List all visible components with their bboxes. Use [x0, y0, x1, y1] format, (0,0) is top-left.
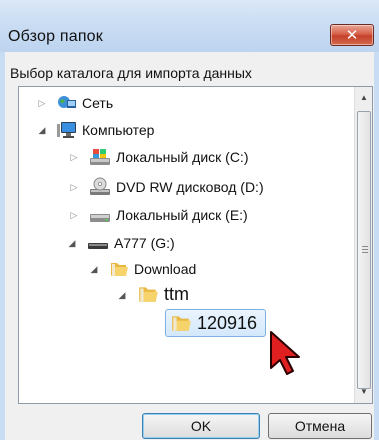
tree-item-network[interactable]: ▷ Сеть	[39, 92, 114, 114]
collapse-arrow-icon[interactable]: ◢	[37, 125, 47, 135]
network-icon	[58, 96, 76, 108]
tree-item-download[interactable]: ◢ Download	[91, 258, 197, 280]
tree-item-label: ttm	[164, 283, 189, 304]
drive-icon	[90, 214, 110, 222]
tree-item-label: Локальный диск (E:)	[116, 207, 248, 223]
tree-item-computer[interactable]: ◢ Компьютер	[39, 119, 155, 141]
tree-item-label: Локальный диск (C:)	[116, 149, 249, 165]
tree-item-drive-e[interactable]: ▷ Локальный диск (E:)	[71, 204, 248, 226]
scrollbar-thumb[interactable]	[357, 111, 371, 389]
tree-item-label: Сеть	[82, 95, 114, 111]
collapse-arrow-icon[interactable]: ◢	[117, 290, 127, 300]
tree-item-label: Download	[134, 261, 197, 277]
close-icon: ✕	[345, 27, 359, 44]
thumb-grip-icon	[362, 252, 368, 253]
tree-item-120916-selected[interactable]: 120916	[165, 309, 267, 337]
folder-tree[interactable]: ▷ Сеть ◢ Компьютер ▷ Локальный диск (C:)…	[18, 86, 373, 404]
folder-icon	[139, 287, 158, 302]
system-drive-icon	[90, 149, 110, 165]
tree-item-label: 120916	[197, 312, 258, 333]
tree-item-label: Компьютер	[82, 122, 155, 138]
tree-item-label: A777 (G:)	[114, 235, 175, 251]
collapse-arrow-icon[interactable]: ◢	[89, 264, 99, 274]
browse-folders-dialog: Обзор папок ✕ Выбор каталога для импорта…	[0, 0, 379, 440]
computer-icon	[57, 122, 76, 138]
title-bar[interactable]: Обзор папок ✕	[0, 0, 379, 52]
expand-arrow-icon[interactable]: ▷	[69, 152, 79, 162]
folder-icon	[111, 263, 128, 276]
removable-drive-icon	[88, 243, 108, 249]
vertical-scrollbar[interactable]: ▲ ▼	[354, 87, 372, 403]
dialog-prompt: Выбор каталога для импорта данных	[10, 65, 252, 81]
collapse-arrow-icon[interactable]: ◢	[67, 238, 77, 248]
window-title: Обзор папок	[8, 28, 103, 45]
mouse-cursor-icon	[270, 331, 300, 375]
scroll-up-arrow-icon[interactable]: ▲	[355, 89, 372, 107]
tree-item-drive-d[interactable]: ▷ DVD RW дисковод (D:)	[71, 176, 264, 198]
tree-item-drive-g[interactable]: ◢ A777 (G:)	[69, 232, 175, 254]
scroll-down-arrow-icon[interactable]: ▼	[355, 383, 372, 401]
close-button[interactable]: ✕	[330, 24, 374, 46]
expand-arrow-icon[interactable]: ▷	[37, 98, 47, 108]
expand-arrow-icon[interactable]: ▷	[69, 210, 79, 220]
folder-icon	[172, 316, 191, 331]
thumb-grip-icon	[362, 249, 368, 250]
tree-item-ttm[interactable]: ◢ ttm	[119, 283, 189, 305]
tree-item-drive-c[interactable]: ▷ Локальный диск (C:)	[71, 146, 249, 168]
tree-item-label: DVD RW дисковод (D:)	[116, 179, 264, 195]
dvd-drive-icon	[90, 177, 110, 195]
thumb-grip-icon	[362, 246, 368, 247]
expand-arrow-icon[interactable]: ▷	[69, 182, 79, 192]
cancel-button[interactable]: Отмена	[268, 413, 372, 439]
ok-button[interactable]: OK	[142, 413, 260, 439]
